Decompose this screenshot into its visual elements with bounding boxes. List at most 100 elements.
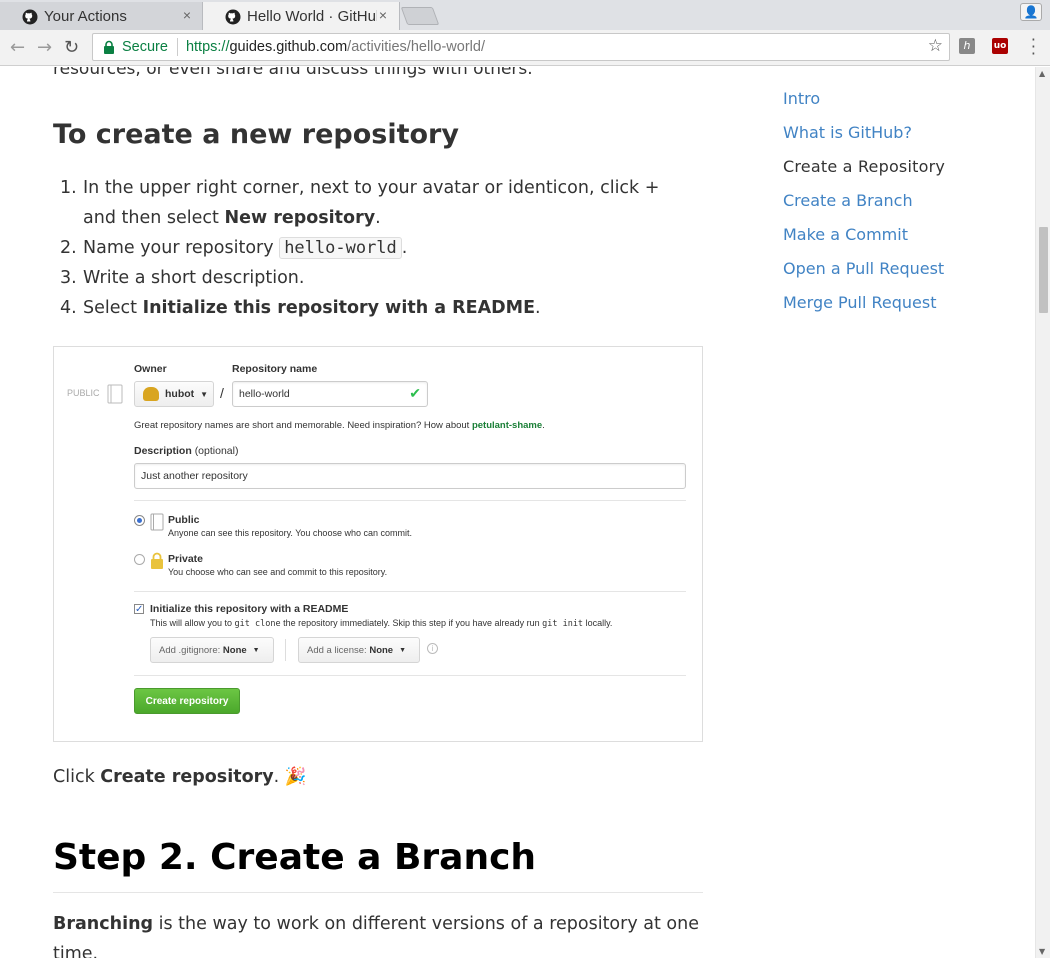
owner-value: hubot [165, 388, 195, 400]
sidebar-item-merge-pull-request[interactable]: Merge Pull Request [783, 293, 1013, 327]
initialize-label: Initialize this repository with a README [150, 603, 349, 615]
inline-code: hello-world [279, 237, 402, 259]
ublock-icon[interactable]: uo [992, 38, 1008, 54]
description-input[interactable]: Just another repository [134, 463, 686, 489]
step-bold: Initialize this repository with a README [142, 298, 536, 318]
url-path: /activities/hello-world/ [347, 39, 485, 55]
step-text: and then select [83, 208, 219, 228]
guide-sidebar: Intro What is GitHub? Create a Repositor… [783, 89, 1013, 327]
divider [285, 639, 286, 661]
profile-icon[interactable]: 👤 [1020, 3, 1042, 21]
public-desc: Anyone can see this repository. You choo… [168, 528, 412, 538]
license-value: None [369, 644, 394, 656]
after-bold: Create repository [100, 767, 274, 787]
public-title: Public [168, 514, 200, 526]
after-text: Click [53, 767, 95, 787]
bookmark-star-icon[interactable]: ☆ [928, 36, 943, 56]
url-scheme: https:// [185, 39, 230, 55]
info-icon[interactable]: i [427, 643, 438, 654]
repo-name-value: hello-world [239, 388, 290, 400]
reload-icon[interactable]: ↻ [64, 37, 79, 58]
init-code: git clone [234, 619, 281, 629]
repo-name-input[interactable]: hello-world ✔ [232, 381, 428, 407]
owner-label: Owner [134, 363, 167, 375]
step-text: . [535, 298, 541, 318]
branching-bold: Branching [53, 914, 154, 934]
divider [134, 591, 686, 592]
new-repository-screenshot: PUBLIC Owner Repository name hubot ▼ / h… [53, 346, 703, 742]
create-repository-button[interactable]: Create repository [134, 688, 240, 714]
scroll-thumb[interactable] [1039, 227, 1048, 313]
after-text: . [273, 767, 280, 787]
list-item: 4. Select Initialize this repository wit… [53, 293, 703, 323]
list-item: 3. Write a short description. [53, 263, 703, 293]
new-tab-button[interactable] [400, 7, 440, 25]
step-text: In the upper right corner, next to your … [83, 178, 640, 198]
repo-name-hint: Great repository names are short and mem… [134, 420, 545, 431]
tab-your-actions[interactable]: Your Actions × [0, 2, 204, 30]
close-tab-icon[interactable]: × [183, 7, 191, 23]
plus-icon: + [644, 178, 660, 198]
step2-heading: Step 2. Create a Branch [53, 837, 537, 878]
license-select[interactable]: Add a license: None ▼ [298, 637, 420, 663]
sidebar-item-intro[interactable]: Intro [783, 89, 1013, 123]
scroll-up-icon[interactable]: ▲ [1039, 69, 1045, 78]
suggestion-link[interactable]: petulant-shame [472, 420, 542, 431]
divider [134, 675, 686, 676]
private-radio[interactable] [134, 554, 145, 565]
back-icon[interactable]: ← [10, 37, 25, 58]
divider [53, 892, 703, 893]
sidebar-item-make-commit[interactable]: Make a Commit [783, 225, 1013, 259]
tab-title: Your Actions [44, 7, 127, 25]
forward-icon[interactable]: → [37, 37, 52, 58]
step-bold: New repository [224, 208, 376, 228]
github-icon [225, 9, 241, 25]
step-text: Write a short description. [83, 268, 305, 288]
gitignore-label: Add .gitignore: [159, 644, 221, 656]
gitignore-select[interactable]: Add .gitignore: None ▼ [150, 637, 274, 663]
step-number: 2. [60, 238, 77, 258]
optional-text: (optional) [194, 445, 239, 457]
list-item: 1. In the upper right corner, next to yo… [53, 173, 703, 233]
gitignore-value: None [222, 644, 247, 656]
description-value: Just another repository [141, 470, 248, 482]
branching-paragraph: Branching is the way to work on differen… [53, 909, 703, 958]
public-tag: PUBLIC [67, 388, 100, 398]
owner-select[interactable]: hubot ▼ [134, 381, 214, 407]
page-scrollbar[interactable]: ▲ ▼ [1035, 67, 1050, 958]
close-tab-icon[interactable]: × [379, 7, 387, 23]
menu-icon[interactable]: · · · [1031, 32, 1036, 62]
radio-dot [137, 518, 142, 523]
hint-text: Great repository names are short and mem… [134, 420, 470, 431]
sidebar-item-open-pull-request[interactable]: Open a Pull Request [783, 259, 1013, 293]
private-title: Private [168, 553, 204, 565]
lock-icon [151, 552, 163, 569]
caret-down-icon: ▼ [252, 646, 260, 654]
step-number: 4. [60, 298, 77, 318]
init-code: git init [542, 619, 584, 629]
caret-down-icon: ▼ [399, 646, 407, 654]
step-text: . [375, 208, 381, 228]
secure-label: Secure [122, 39, 168, 55]
hubot-avatar [143, 387, 159, 401]
click-create-text: Click Create repository. 🎉 [53, 767, 307, 787]
sidebar-item-create-repository[interactable]: Create a Repository [783, 157, 1013, 191]
address-bar[interactable]: Secure https:// guides.github.com /activ… [92, 33, 950, 61]
repo-public-icon [150, 513, 164, 531]
sidebar-item-what-is-github[interactable]: What is GitHub? [783, 123, 1013, 157]
extension-icon[interactable]: h [959, 38, 975, 54]
party-popper-icon: 🎉 [284, 767, 307, 787]
scroll-down-icon[interactable]: ▼ [1039, 947, 1045, 956]
initialize-desc: This will allow you to git clone the rep… [150, 618, 612, 629]
public-radio[interactable] [134, 515, 145, 526]
init-text: This will allow you to [150, 618, 233, 628]
init-text: the repository immediately. Skip this st… [283, 618, 540, 628]
divider [134, 500, 686, 501]
sidebar-item-create-branch[interactable]: Create a Branch [783, 191, 1013, 225]
repo-book-icon [107, 384, 123, 404]
step-text: . [401, 238, 408, 258]
tab-hello-world[interactable]: Hello World · GitHub × [202, 2, 400, 30]
caret-down-icon: ▼ [200, 389, 209, 399]
step-text: Select [83, 298, 137, 318]
initialize-checkbox[interactable]: ✓ [134, 604, 144, 615]
